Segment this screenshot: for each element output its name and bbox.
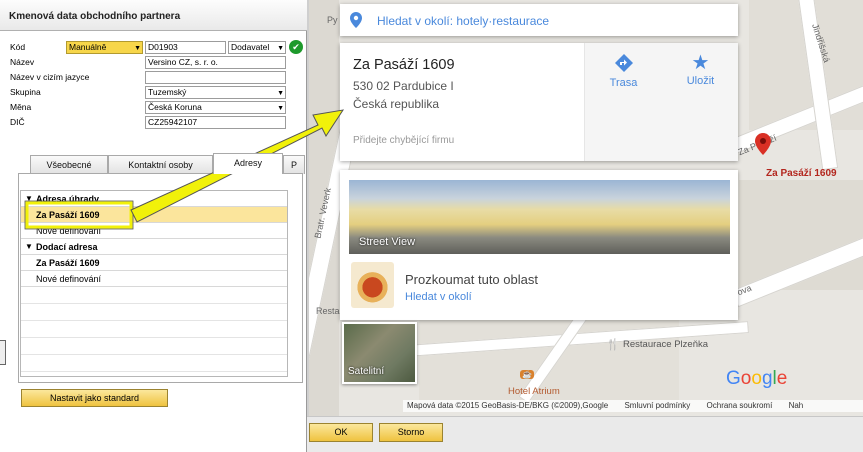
directions-icon (614, 54, 633, 72)
code-series-select[interactable]: Manuálně ▼ (66, 41, 143, 54)
report-link[interactable]: Nah (789, 401, 804, 410)
partner-type-select[interactable]: Dodavatel ▼ (228, 41, 286, 54)
dialog-button-bar: OK Storno (307, 416, 863, 452)
tab-contacts[interactable]: Kontaktní osoby (108, 155, 213, 174)
empty-row (21, 338, 287, 355)
satellite-label: Satelitní (348, 366, 385, 377)
vat-label: DIČ (10, 117, 25, 127)
foreign-name-input[interactable] (145, 71, 286, 84)
marker-label: Za Pasáží 1609 (766, 168, 837, 179)
empty-row (21, 321, 287, 338)
currency-label: Měna (10, 102, 32, 112)
dropdown-arrow-icon: ▼ (277, 90, 284, 97)
restaurant-label[interactable]: Restaurace Plzeňka (623, 339, 708, 350)
group-header-billing[interactable]: ▼ Adresa úhrady (21, 191, 287, 207)
explore-card: Street View Prozkoumat tuto oblast Hleda… (340, 170, 738, 320)
route-button[interactable]: Trasa (585, 53, 662, 89)
tab-addresses[interactable]: Adresy (213, 153, 283, 174)
name-label: Název (10, 57, 35, 67)
name-input[interactable]: Versino CZ, s. r. o. (145, 56, 286, 69)
foreign-name-label: Název v cizím jazyce (10, 72, 90, 82)
currency-select[interactable]: Česká Koruna ▼ (145, 101, 286, 114)
dropdown-arrow-icon: ▼ (134, 45, 141, 52)
place-actions: Trasa ★ Uložit (584, 43, 738, 161)
tab-more[interactable]: P (283, 155, 305, 174)
dropdown-arrow-icon: ▼ (277, 45, 284, 52)
business-partner-window: Kmenová data obchodního partnera Kód Man… (0, 0, 307, 452)
collapse-triangle-icon: ▼ (25, 194, 33, 203)
dropdown-arrow-icon: ▼ (277, 105, 284, 112)
search-nearby-bar[interactable]: Hledat v okolí: hotely·restaurace (340, 4, 738, 36)
ok-button[interactable]: OK (309, 423, 373, 442)
street-view-thumbnail[interactable]: Street View (349, 180, 730, 254)
search-nearby-text[interactable]: Hledat v okolí: hotely·restaurace (377, 14, 549, 28)
hotel-icon: ☕ (520, 370, 534, 379)
address-row-delivery-new[interactable]: Nové definování (21, 271, 287, 287)
terms-link[interactable]: Smluvní podmínky (624, 401, 690, 410)
code-input[interactable]: D01903 (145, 41, 226, 54)
group-select[interactable]: Tuzemský ▼ (145, 86, 286, 99)
window-title-bar: Kmenová data obchodního partnera (0, 0, 307, 31)
hotel-label[interactable]: Hotel Atrium (508, 386, 560, 397)
explore-title[interactable]: Prozkoumat tuto oblast (405, 272, 538, 287)
set-default-button[interactable]: Nastavit jako standard (21, 389, 168, 407)
place-pin-icon (350, 12, 362, 31)
address-line2: Česká republika (353, 97, 440, 111)
street-label: Py (327, 15, 338, 25)
place-info-card: Za Pasáží 1609 530 02 Pardubice I Česká … (340, 43, 738, 161)
map-footer: Mapová data ©2015 GeoBasis-DE/BKG (©2009… (403, 400, 863, 412)
explore-nearby-link[interactable]: Hledat v okolí (405, 291, 472, 303)
restaurant-icon: 🍴 (606, 339, 620, 351)
check-icon: ✔ (289, 40, 303, 54)
street-label: Resta (316, 306, 340, 316)
street-view-label: Street View (359, 236, 416, 248)
address-grid: ▼ Adresa úhrady Za Pasáží 1609 Nové defi… (20, 190, 288, 377)
location-marker-icon[interactable] (755, 133, 771, 155)
privacy-link[interactable]: Ochrana soukromí (707, 401, 773, 410)
empty-row (21, 304, 287, 321)
collapse-triangle-icon: ▼ (25, 242, 33, 251)
tab-general[interactable]: Všeobecné (30, 155, 108, 174)
map-view[interactable]: Jindřišská Za Pasáží Bratr. Veverk Resta… (309, 0, 863, 416)
empty-row (21, 287, 287, 304)
save-label: Uložit (686, 75, 715, 87)
satellite-toggle[interactable]: Satelitní (342, 322, 417, 384)
star-icon: ★ (691, 52, 710, 74)
empty-row (21, 355, 287, 372)
copyright-text: Mapová data ©2015 GeoBasis-DE/BKG (©2009… (407, 401, 609, 410)
address-row-delivery[interactable]: Za Pasáží 1609 (21, 255, 287, 271)
route-label: Trasa (609, 77, 638, 89)
explore-image (351, 262, 394, 308)
window-title: Kmenová data obchodního partnera (9, 11, 181, 22)
address-row-billing[interactable]: Za Pasáží 1609 (21, 207, 287, 223)
address-row-billing-new[interactable]: Nové definování (21, 223, 287, 239)
address-line1: 530 02 Pardubice I (353, 79, 454, 93)
place-title: Za Pasáží 1609 (353, 57, 455, 73)
vat-input[interactable]: CZ25942107 (145, 116, 286, 129)
window-edge (0, 340, 6, 365)
group-label: Skupina (10, 87, 41, 97)
google-logo: Google (726, 368, 788, 389)
save-button[interactable]: ★ Uložit (662, 53, 739, 87)
group-header-delivery[interactable]: ▼ Dodací adresa (21, 239, 287, 255)
add-missing-business-link[interactable]: Přidejte chybějící firmu (353, 135, 454, 146)
cancel-button[interactable]: Storno (379, 423, 443, 442)
